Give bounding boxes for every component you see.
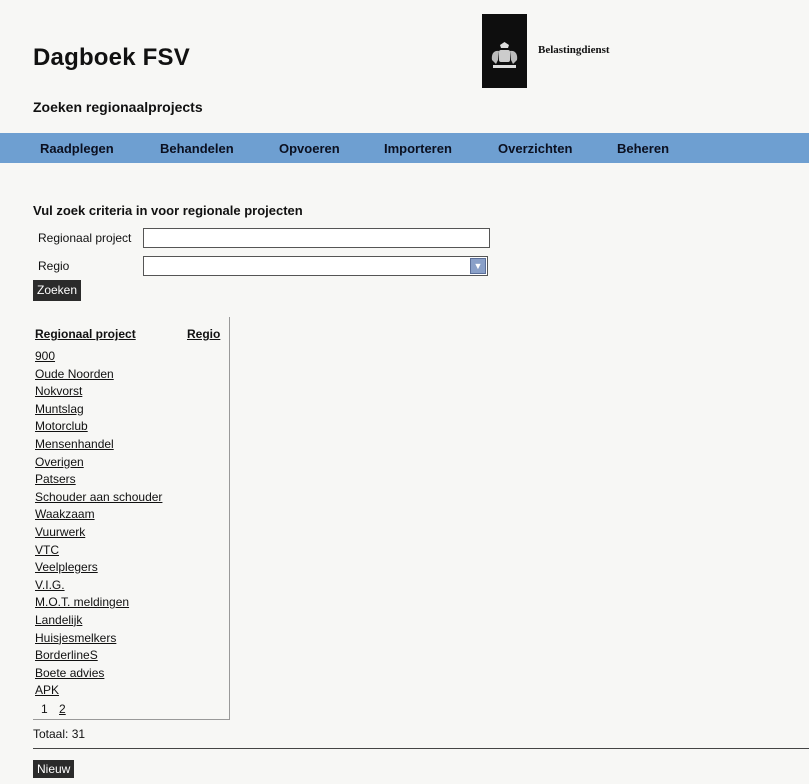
search-button[interactable]: Zoeken [33, 280, 82, 301]
table-row[interactable]: Muntslag [35, 401, 162, 419]
page: Dagboek FSV Belastingdienst Zoeken regio… [0, 0, 809, 784]
table-row[interactable]: Landelijk [35, 612, 162, 630]
new-button[interactable]: Nieuw [33, 760, 75, 778]
nav-item-raadplegen[interactable]: Raadplegen [40, 141, 114, 156]
table-row[interactable]: Nokvorst [35, 383, 162, 401]
table-row[interactable]: Overigen [35, 454, 162, 472]
page-subtitle: Zoeken regionaalprojects [33, 99, 203, 115]
table-row[interactable]: Waakzaam [35, 506, 162, 524]
column-header-region[interactable]: Regio [187, 327, 220, 341]
chevron-down-icon[interactable]: ▼ [470, 258, 486, 274]
coat-of-arms-icon [491, 42, 518, 68]
org-name: Belastingdienst [538, 44, 610, 56]
nav-item-beheren[interactable]: Beheren [617, 141, 669, 156]
results-table: Regionaal project Regio 900 Oude Noorden N… [33, 317, 230, 720]
page-current: 1 [41, 702, 48, 716]
table-row[interactable]: Motorclub [35, 418, 162, 436]
table-row[interactable]: Boete advies [35, 665, 162, 683]
nav-item-overzichten[interactable]: Overzichten [498, 141, 572, 156]
pagination: 1 2 [41, 702, 74, 716]
table-row[interactable]: Veelplegers [35, 559, 162, 577]
table-row[interactable]: Schouder aan schouder [35, 489, 162, 507]
total-count: Totaal: 31 [33, 727, 86, 741]
table-row[interactable]: V.I.G. [35, 577, 162, 595]
nav-item-importeren[interactable]: Importeren [384, 141, 452, 156]
project-field-label: Regionaal project [38, 231, 132, 245]
table-row[interactable]: Oude Noorden [35, 366, 162, 384]
table-row[interactable]: Mensenhandel [35, 436, 162, 454]
search-section-title: Vul zoek criteria in voor regionale proj… [33, 203, 303, 218]
table-row[interactable]: Patsers [35, 471, 162, 489]
table-row[interactable]: Huisjesmelkers [35, 630, 162, 648]
divider [33, 748, 809, 749]
table-row[interactable]: VTC [35, 542, 162, 560]
page-link[interactable]: 2 [59, 702, 66, 716]
table-row[interactable]: M.O.T. meldingen [35, 594, 162, 612]
nav-item-opvoeren[interactable]: Opvoeren [279, 141, 340, 156]
table-row[interactable]: APK [35, 682, 162, 700]
main-nav: Raadplegen Behandelen Opvoeren Importere… [0, 133, 809, 163]
column-header-project[interactable]: Regionaal project [35, 327, 136, 341]
region-field-label: Regio [38, 259, 70, 273]
results-list: 900 Oude Noorden Nokvorst Muntslag Motorclub… [35, 348, 162, 700]
table-row[interactable]: BorderlineS [35, 647, 162, 665]
project-input[interactable] [143, 228, 490, 248]
logo [482, 14, 527, 88]
table-row[interactable]: 900 [35, 348, 162, 366]
app-title: Dagboek FSV [33, 44, 190, 71]
region-select[interactable]: ▼ [143, 256, 488, 276]
table-row[interactable]: Vuurwerk [35, 524, 162, 542]
nav-item-behandelen[interactable]: Behandelen [160, 141, 234, 156]
